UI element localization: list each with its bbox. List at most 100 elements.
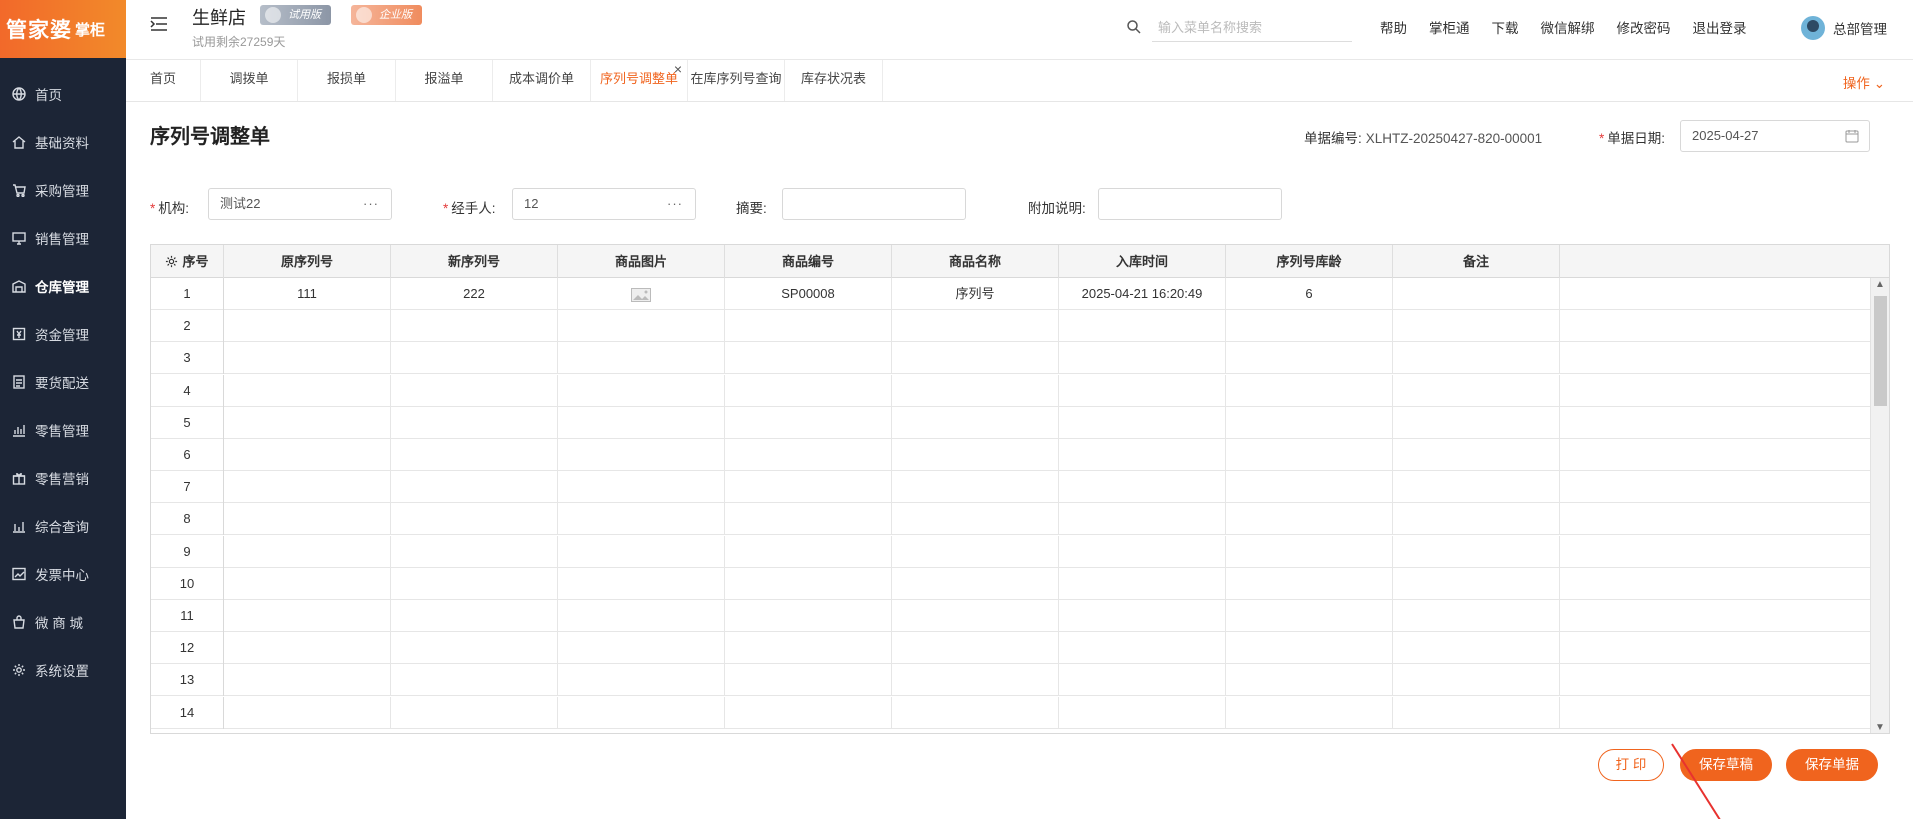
sidebar-item[interactable]: 综合查询 <box>0 502 126 550</box>
table-cell[interactable] <box>391 632 558 665</box>
tab-label[interactable]: 序列号调整单 <box>600 71 678 86</box>
table-cell[interactable] <box>224 342 391 375</box>
table-cell[interactable] <box>1226 632 1393 665</box>
table-cell[interactable] <box>892 600 1059 632</box>
table-cell[interactable] <box>1393 439 1560 471</box>
table-cell[interactable] <box>391 600 558 632</box>
handler-value[interactable]: 12 <box>524 196 538 211</box>
table-row[interactable]: 8 <box>151 503 1872 536</box>
table-cell[interactable] <box>1393 310 1560 343</box>
doc-date-field[interactable]: 2025-04-27 <box>1680 120 1870 152</box>
more-icon[interactable]: ··· <box>363 189 379 219</box>
table-cell[interactable] <box>892 406 1059 439</box>
table-cell[interactable] <box>558 664 725 697</box>
table-cell[interactable] <box>1226 406 1393 439</box>
table-cell[interactable] <box>1226 696 1393 729</box>
table-cell[interactable] <box>224 471 391 504</box>
column-header[interactable]: 备注 <box>1393 245 1560 278</box>
table-cell[interactable] <box>1393 664 1560 697</box>
table-cell[interactable] <box>892 503 1059 536</box>
table-cell[interactable] <box>892 342 1059 375</box>
save-doc-button[interactable]: 保存单据 <box>1786 749 1878 781</box>
table-cell[interactable] <box>1393 278 1560 310</box>
search-icon[interactable] <box>1126 19 1142 35</box>
table-cell[interactable] <box>391 503 558 536</box>
close-icon[interactable]: × <box>674 50 682 88</box>
table-cell[interactable] <box>558 567 725 600</box>
note-field[interactable] <box>1098 188 1282 220</box>
save-draft-button[interactable]: 保存草稿 <box>1680 749 1772 781</box>
tab[interactable]: 库存状况表 <box>785 60 883 101</box>
table-cell[interactable] <box>391 567 558 600</box>
table-cell[interactable] <box>1059 471 1226 504</box>
table-cell[interactable] <box>1393 342 1560 375</box>
table-cell[interactable] <box>558 471 725 504</box>
table-cell[interactable] <box>1226 535 1393 568</box>
table-cell[interactable] <box>892 567 1059 600</box>
settings-icon[interactable] <box>165 255 178 268</box>
tab[interactable]: 报损单 <box>298 60 396 101</box>
tab[interactable]: 成本调价单 <box>493 60 591 101</box>
column-header[interactable]: 原序列号 <box>224 245 391 278</box>
sidebar-item[interactable]: 零售管理 <box>0 406 126 454</box>
sidebar-item[interactable]: 零售营销 <box>0 454 126 502</box>
table-cell[interactable]: 111 <box>224 278 391 310</box>
scroll-down-icon[interactable]: ▼ <box>1875 722 1885 733</box>
table-cell[interactable] <box>725 664 892 697</box>
table-cell[interactable] <box>1393 503 1560 536</box>
summary-field[interactable] <box>782 188 966 220</box>
table-cell[interactable] <box>558 632 725 665</box>
calendar-icon[interactable] <box>1845 129 1859 143</box>
table-row[interactable]: 12 <box>151 632 1872 665</box>
menu-collapse-icon[interactable] <box>150 16 168 32</box>
grid-scrollbar[interactable]: ▲ ▼ <box>1870 278 1889 733</box>
table-row[interactable]: 14 <box>151 696 1872 729</box>
table-cell[interactable]: 6 <box>1226 278 1393 310</box>
tab[interactable]: 首页 <box>126 60 201 101</box>
org-field[interactable]: 测试22 ··· <box>208 188 392 220</box>
table-cell[interactable] <box>224 503 391 536</box>
table-cell[interactable] <box>558 406 725 439</box>
table-cell[interactable] <box>1059 664 1226 697</box>
table-cell[interactable] <box>224 567 391 600</box>
tab[interactable]: 序列号调整单 × <box>591 60 688 101</box>
table-cell[interactable] <box>892 535 1059 568</box>
sidebar-item[interactable]: 仓库管理 <box>0 262 126 310</box>
table-cell[interactable] <box>391 439 558 471</box>
table-row[interactable]: 9 <box>151 535 1872 568</box>
table-cell[interactable] <box>892 696 1059 729</box>
table-cell[interactable] <box>224 310 391 343</box>
table-cell[interactable] <box>1226 439 1393 471</box>
tab-label[interactable]: 报损单 <box>327 71 366 86</box>
table-cell[interactable] <box>725 632 892 665</box>
table-cell[interactable] <box>224 600 391 632</box>
table-cell[interactable] <box>1059 632 1226 665</box>
header-link[interactable]: 退出登录 <box>1693 17 1747 37</box>
column-header[interactable]: 序列号库龄 <box>1226 245 1393 278</box>
table-cell[interactable] <box>725 471 892 504</box>
table-cell[interactable] <box>1059 535 1226 568</box>
table-cell[interactable] <box>224 664 391 697</box>
menu-search-input[interactable] <box>1152 14 1352 42</box>
table-cell[interactable] <box>1226 600 1393 632</box>
table-cell[interactable] <box>1226 310 1393 343</box>
table-cell[interactable] <box>725 600 892 632</box>
table-cell[interactable] <box>725 696 892 729</box>
table-cell[interactable] <box>1226 374 1393 407</box>
table-row[interactable]: 4 <box>151 374 1872 407</box>
table-cell[interactable] <box>892 374 1059 407</box>
table-cell[interactable]: SP00008 <box>725 278 892 310</box>
header-link[interactable]: 帮助 <box>1380 17 1407 37</box>
table-cell[interactable] <box>1059 310 1226 343</box>
table-cell[interactable] <box>725 310 892 343</box>
sidebar-item[interactable]: 首页 <box>0 70 126 118</box>
table-cell[interactable] <box>391 406 558 439</box>
table-cell[interactable] <box>558 342 725 375</box>
column-header[interactable]: 入库时间 <box>1059 245 1226 278</box>
table-cell[interactable] <box>558 278 725 310</box>
tab-label[interactable]: 调拨单 <box>229 71 268 86</box>
table-cell[interactable] <box>1059 406 1226 439</box>
tab[interactable]: 报溢单 <box>396 60 493 101</box>
table-cell[interactable] <box>391 471 558 504</box>
table-cell[interactable] <box>391 664 558 697</box>
